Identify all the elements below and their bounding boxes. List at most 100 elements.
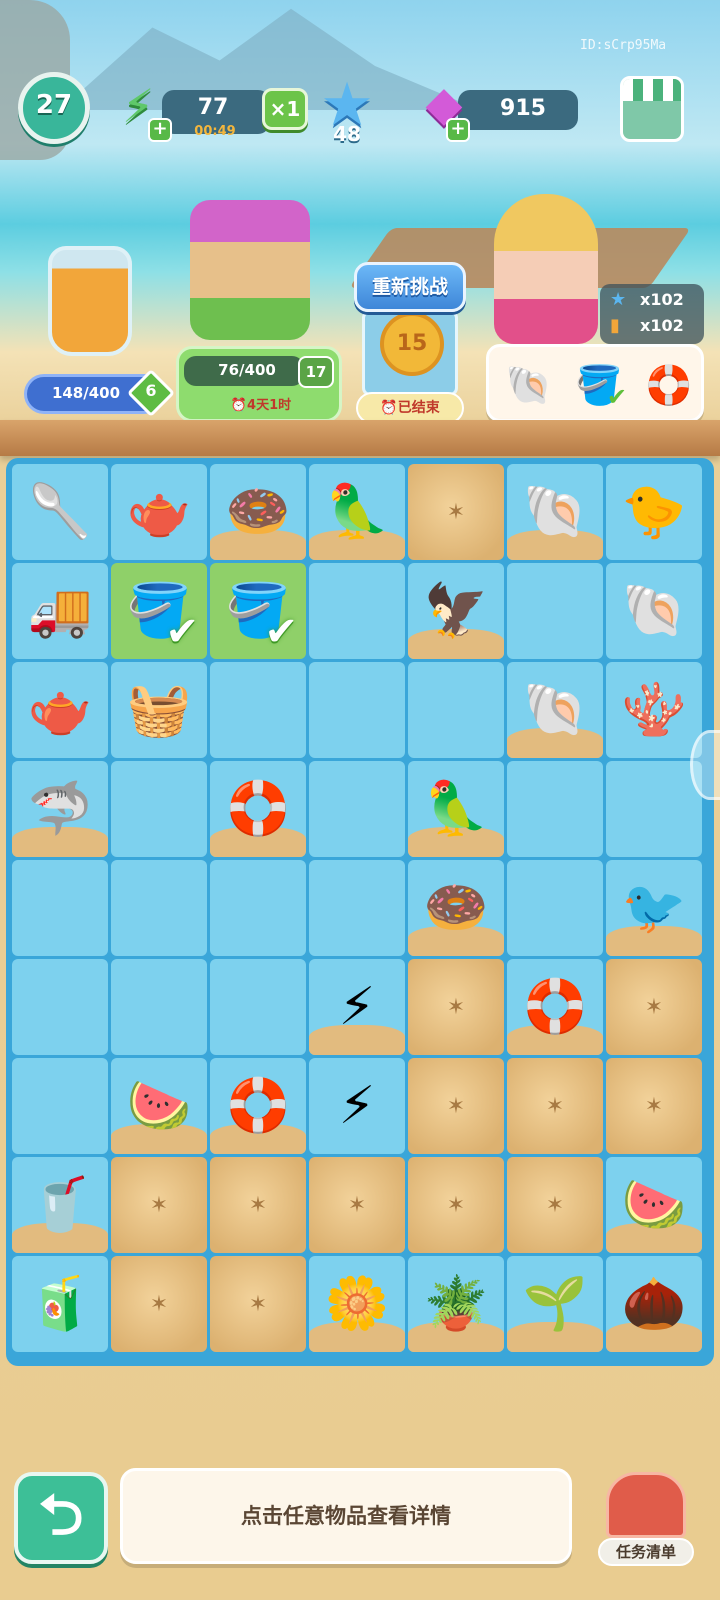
sand-covered-cell[interactable]: ✶ bbox=[408, 1058, 504, 1154]
empty-cell[interactable] bbox=[111, 959, 207, 1055]
empty-cell[interactable] bbox=[507, 761, 603, 857]
juice-jar-event-icon[interactable] bbox=[48, 246, 132, 356]
sand-covered-cell[interactable]: ✶ bbox=[111, 1157, 207, 1253]
board-item-swim-ring-ball[interactable]: 🛟 bbox=[210, 1058, 306, 1154]
sand-covered-cell[interactable]: ✶ bbox=[309, 1157, 405, 1253]
mailbox-icon bbox=[606, 1472, 686, 1538]
watering-can-icon: 🫖 bbox=[27, 680, 93, 740]
add-energy-button[interactable]: + bbox=[148, 118, 172, 142]
request-shovel-bucket-icon[interactable]: 🪣 ✔ bbox=[571, 357, 627, 413]
juice-icon: ▮ bbox=[610, 315, 620, 336]
board-item-shovel-bucket[interactable]: 🪣 ✔ bbox=[210, 563, 306, 659]
board-item-cockatoo[interactable]: 🦜 bbox=[309, 464, 405, 560]
board-item-seed[interactable]: 🌰 bbox=[606, 1256, 702, 1352]
back-button[interactable]: ⮌ bbox=[14, 1472, 108, 1564]
board-item-watermelon-plate[interactable]: 🍉 bbox=[606, 1157, 702, 1253]
empty-cell[interactable] bbox=[309, 860, 405, 956]
empty-cell[interactable] bbox=[111, 761, 207, 857]
sand-star-icon: ✶ bbox=[446, 499, 466, 525]
board-item-swim-ring-ball[interactable]: 🛟 bbox=[210, 761, 306, 857]
sand-covered-cell[interactable]: ✶ bbox=[507, 1058, 603, 1154]
board-item-watering-can[interactable]: 🫖 bbox=[111, 464, 207, 560]
checkmark-icon: ✔ bbox=[165, 609, 199, 655]
board-item-picnic-basket[interactable]: 🧺 bbox=[111, 662, 207, 758]
shop-stall-icon bbox=[623, 79, 681, 101]
board-item-shark-float[interactable]: 🦈 bbox=[12, 761, 108, 857]
customer-character bbox=[494, 194, 598, 344]
request-conch-shell-icon[interactable]: 🐚 bbox=[501, 357, 557, 413]
tower-timer: ⏰4天1时 bbox=[230, 398, 292, 413]
sand-covered-cell[interactable]: ✶ bbox=[507, 1157, 603, 1253]
energy-multiplier-button[interactable]: ×1 bbox=[262, 88, 308, 130]
empty-cell[interactable] bbox=[210, 959, 306, 1055]
board-item-watering-can[interactable]: 🫖 bbox=[12, 662, 108, 758]
jar-level: 6 bbox=[145, 381, 157, 400]
sand-star-icon: ✶ bbox=[545, 1192, 565, 1218]
board-item-smoothie[interactable]: 🥤 bbox=[12, 1157, 108, 1253]
empty-cell[interactable] bbox=[507, 860, 603, 956]
retry-challenge-button[interactable]: 重新挑战 bbox=[354, 262, 466, 312]
sand-covered-cell[interactable]: ✶ bbox=[408, 464, 504, 560]
board-item-conch-shell[interactable]: 🐚 bbox=[507, 464, 603, 560]
empty-cell[interactable] bbox=[606, 761, 702, 857]
empty-cell[interactable] bbox=[309, 662, 405, 758]
seabird-icon: 🐦 bbox=[621, 878, 687, 938]
empty-cell[interactable] bbox=[210, 662, 306, 758]
sand-covered-cell[interactable]: ✶ bbox=[408, 1157, 504, 1253]
sand-covered-cell[interactable]: ✶ bbox=[606, 959, 702, 1055]
board-item-coral-shells[interactable]: 🪸 bbox=[606, 662, 702, 758]
potted-plant-icon: 🪴 bbox=[423, 1274, 489, 1334]
order-request-card[interactable]: 🐚 🪣 ✔ 🛟 bbox=[486, 344, 704, 422]
shovel-icon: 🥄 bbox=[27, 482, 93, 542]
empty-cell[interactable] bbox=[111, 860, 207, 956]
board-item-parrot[interactable]: 🦜 bbox=[408, 761, 504, 857]
board-item-yellow-bird[interactable]: 🐤 bbox=[606, 464, 702, 560]
juicer-icon: 🧃 bbox=[27, 1274, 93, 1334]
empty-cell[interactable] bbox=[12, 959, 108, 1055]
board-item-donut-float[interactable]: 🍩 bbox=[408, 860, 504, 956]
board-item-conch-shell[interactable]: 🐚 bbox=[507, 662, 603, 758]
sand-covered-cell[interactable]: ✶ bbox=[210, 1157, 306, 1253]
request-swim-ring-ball-icon[interactable]: 🛟 bbox=[641, 357, 697, 413]
sand-covered-cell[interactable]: ✶ bbox=[210, 1256, 306, 1352]
empty-cell[interactable] bbox=[12, 1058, 108, 1154]
player-level: 27 bbox=[35, 90, 73, 120]
energy-pair-icon: ⚡ bbox=[338, 1076, 376, 1136]
star-count: 48 bbox=[333, 122, 361, 146]
sand-star-icon: ✶ bbox=[149, 1192, 169, 1218]
empty-cell[interactable] bbox=[210, 860, 306, 956]
empty-cell[interactable] bbox=[408, 662, 504, 758]
sand-covered-cell[interactable]: ✶ bbox=[111, 1256, 207, 1352]
sand-covered-cell[interactable]: ✶ bbox=[606, 1058, 702, 1154]
board-item-energy-pair[interactable]: ⚡ bbox=[309, 959, 405, 1055]
tower-event-icon[interactable] bbox=[190, 200, 310, 340]
shop-button[interactable] bbox=[620, 76, 684, 142]
board-item-potted-plant[interactable]: 🪴 bbox=[408, 1256, 504, 1352]
board-item-toy-truck[interactable]: 🚚 bbox=[12, 563, 108, 659]
board-item-seabird[interactable]: 🐦 bbox=[606, 860, 702, 956]
board-item-shovel[interactable]: 🥄 bbox=[12, 464, 108, 560]
player-level-badge[interactable]: 27 bbox=[18, 72, 90, 144]
board-item-spiral-shell[interactable]: 🐚 bbox=[606, 563, 702, 659]
sand-star-icon: ✶ bbox=[545, 1093, 565, 1119]
empty-cell[interactable] bbox=[309, 563, 405, 659]
board-item-vulture[interactable]: 🦅 bbox=[408, 563, 504, 659]
yellow-bird-icon: 🐤 bbox=[621, 482, 687, 542]
board-item-donut-float[interactable]: 🍩 bbox=[210, 464, 306, 560]
seed-icon: 🌰 bbox=[621, 1274, 687, 1334]
board-item-shovel-bucket[interactable]: 🪣 ✔ bbox=[111, 563, 207, 659]
board-item-juicer[interactable]: 🧃 bbox=[12, 1256, 108, 1352]
board-item-swim-ring-ball[interactable]: 🛟 bbox=[507, 959, 603, 1055]
task-list-button[interactable]: 任务清单 bbox=[596, 1472, 696, 1566]
board-item-yellow-flowers[interactable]: 🌼 bbox=[309, 1256, 405, 1352]
board-item-watermelon-juice[interactable]: 🍉 bbox=[111, 1058, 207, 1154]
id-watermark: ID:sCrp95Ma bbox=[580, 38, 667, 53]
add-gems-button[interactable]: + bbox=[446, 118, 470, 142]
sand-covered-cell[interactable]: ✶ bbox=[408, 959, 504, 1055]
empty-cell[interactable] bbox=[12, 860, 108, 956]
empty-cell[interactable] bbox=[309, 761, 405, 857]
empty-cell[interactable] bbox=[507, 563, 603, 659]
sand-star-icon: ✶ bbox=[149, 1291, 169, 1317]
board-item-energy-pair[interactable]: ⚡ bbox=[309, 1058, 405, 1154]
board-item-sprout[interactable]: 🌱 bbox=[507, 1256, 603, 1352]
